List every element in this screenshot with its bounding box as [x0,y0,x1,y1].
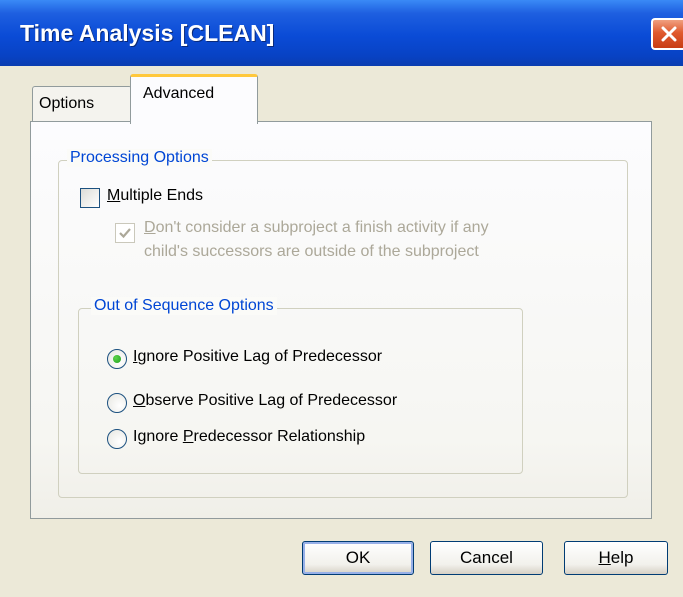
title-bar[interactable]: Time Analysis [CLEAN] [0,0,683,66]
close-button[interactable] [651,18,683,50]
dont-consider-subproject-checkbox[interactable] [115,223,135,243]
dont-consider-subproject-label-line1: Don't consider a subproject a finish act… [144,219,489,236]
time-analysis-dialog: Time Analysis [CLEAN] Options Advanced P… [0,0,683,597]
tab-options-label: Options [39,95,95,112]
ignore-positive-lag-label[interactable]: Ignore Positive Lag of Predecessor [133,348,382,366]
tab-options[interactable]: Options [32,86,132,122]
radio-selected-dot [113,355,121,363]
multiple-ends-label[interactable]: Multiple Ends [107,187,203,205]
multiple-ends-checkbox[interactable] [80,188,100,208]
observe-positive-lag-label[interactable]: Observe Positive Lag of Predecessor [133,392,397,410]
ignore-predecessor-relationship-label[interactable]: Ignore Predecessor Relationship [133,428,365,446]
advanced-tab-panel: Processing Options Multiple Ends Don't c… [30,121,652,519]
ok-button[interactable]: OK [302,541,414,575]
help-button[interactable]: Help [564,541,668,575]
out-of-sequence-options-legend: Out of Sequence Options [91,297,277,315]
tab-advanced[interactable]: Advanced [130,74,258,124]
window-title: Time Analysis [CLEAN] [20,20,275,46]
out-of-sequence-options-group [78,308,523,474]
radio-ignore-predecessor-relationship[interactable] [107,429,127,449]
processing-options-legend: Processing Options [67,149,212,167]
radio-ignore-positive-lag[interactable] [107,349,127,369]
tab-advanced-label: Advanced [143,85,215,102]
radio-observe-positive-lag[interactable] [107,393,127,413]
dont-consider-subproject-label-line2: child's successors are outside of the su… [144,243,479,260]
cancel-button[interactable]: Cancel [430,541,543,575]
